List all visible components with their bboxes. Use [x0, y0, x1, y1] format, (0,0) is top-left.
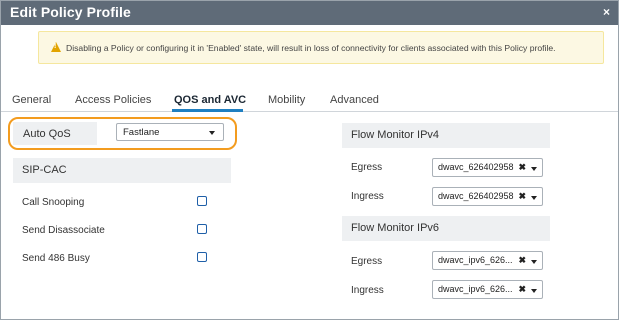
flow-monitor-ipv4-header: Flow Monitor IPv4 — [342, 123, 550, 148]
ipv6-egress-value: dwavc_ipv6_626... — [438, 255, 513, 265]
warning-banner: Disabling a Policy or configuring it in … — [38, 31, 604, 64]
ipv6-egress-select[interactable]: dwavc_ipv6_626... ✖ — [432, 251, 543, 270]
warning-icon — [51, 42, 61, 52]
flow-monitor-ipv6-header: Flow Monitor IPv6 — [342, 216, 550, 241]
sip-cac-heading: SIP-CAC — [22, 164, 67, 176]
auto-qos-highlight — [8, 117, 237, 150]
tab-mobility[interactable]: Mobility — [268, 94, 305, 106]
ipv6-ingress-select[interactable]: dwavc_ipv6_626... ✖ — [432, 280, 543, 299]
ipv6-egress-label: Egress — [351, 256, 383, 267]
tab-bar: General Access Policies QOS and AVC Mobi… — [1, 92, 618, 112]
chevron-down-icon — [531, 167, 537, 171]
edit-policy-profile-dialog: Edit Policy Profile × Disabling a Policy… — [0, 0, 619, 320]
call-snooping-checkbox[interactable] — [197, 196, 207, 206]
ipv4-ingress-select[interactable]: dwavc_626402958 ✖ — [432, 187, 543, 206]
chevron-down-icon — [531, 196, 537, 200]
ipv6-ingress-label: Ingress — [351, 285, 384, 296]
dialog-titlebar: Edit Policy Profile × — [1, 1, 618, 25]
flow-monitor-ipv6-heading: Flow Monitor IPv6 — [351, 222, 440, 234]
clear-icon[interactable]: ✖ — [518, 162, 526, 173]
send-486-busy-checkbox[interactable] — [197, 252, 207, 262]
ipv4-ingress-label: Ingress — [351, 191, 384, 202]
close-icon[interactable]: × — [603, 5, 610, 19]
flow-monitor-ipv4-heading: Flow Monitor IPv4 — [351, 129, 440, 141]
call-snooping-label: Call Snooping — [22, 197, 85, 208]
clear-icon[interactable]: ✖ — [518, 284, 526, 295]
chevron-down-icon — [531, 289, 537, 293]
dialog-title: Edit Policy Profile — [10, 4, 131, 20]
tab-access-policies[interactable]: Access Policies — [75, 94, 151, 106]
send-disassociate-label: Send Disassociate — [22, 225, 105, 236]
tab-advanced[interactable]: Advanced — [330, 94, 379, 106]
ipv4-egress-label: Egress — [351, 162, 383, 173]
tab-general[interactable]: General — [12, 94, 51, 106]
sip-cac-header: SIP-CAC — [13, 158, 231, 183]
send-486-busy-label: Send 486 Busy — [22, 253, 90, 264]
clear-icon[interactable]: ✖ — [518, 191, 526, 202]
ipv4-egress-value: dwavc_626402958 — [438, 162, 514, 172]
chevron-down-icon — [531, 260, 537, 264]
send-disassociate-checkbox[interactable] — [197, 224, 207, 234]
tab-qos-and-avc[interactable]: QOS and AVC — [174, 94, 246, 106]
warning-text: Disabling a Policy or configuring it in … — [66, 43, 556, 53]
ipv4-ingress-value: dwavc_626402958 — [438, 191, 514, 201]
clear-icon[interactable]: ✖ — [518, 255, 526, 266]
ipv4-egress-select[interactable]: dwavc_626402958 ✖ — [432, 158, 543, 177]
active-tab-indicator — [172, 109, 243, 112]
ipv6-ingress-value: dwavc_ipv6_626... — [438, 284, 513, 294]
